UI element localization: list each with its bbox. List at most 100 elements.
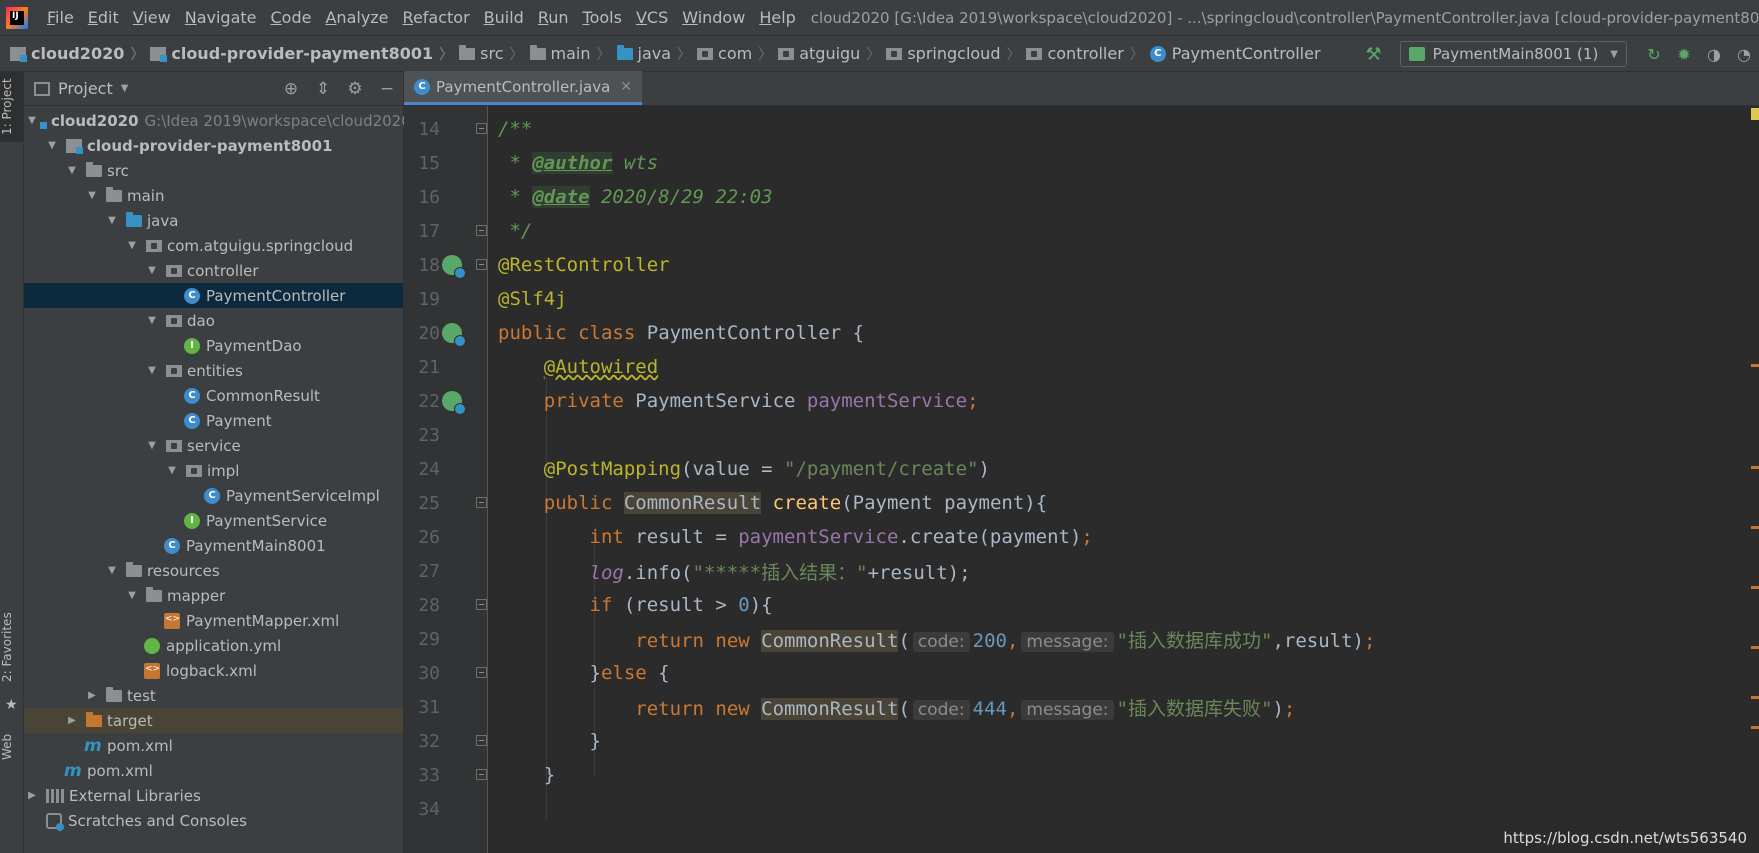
- tree-node-paymentdao[interactable]: I PaymentDao: [24, 333, 403, 358]
- tree-node-commonresult[interactable]: C CommonResult: [24, 383, 403, 408]
- web-tool-button[interactable]: Web: [0, 727, 24, 767]
- project-tool-button[interactable]: 1: Project: [0, 72, 24, 142]
- tree-node-paymentserviceimpl[interactable]: C PaymentServiceImpl: [24, 483, 403, 508]
- tree-node-mapper[interactable]: ▼ mapper: [24, 583, 403, 608]
- menu-edit[interactable]: Edit: [81, 8, 126, 27]
- expand-arrow-icon[interactable]: ▼: [24, 115, 40, 126]
- tree-node-src[interactable]: ▼ src: [24, 158, 403, 183]
- spring-bean-icon[interactable]: [442, 323, 466, 347]
- tree-node-entities[interactable]: ▼ entities: [24, 358, 403, 383]
- tree-node-application-yml[interactable]: application.yml: [24, 633, 403, 658]
- tree-node-payment[interactable]: C Payment: [24, 408, 403, 433]
- expand-arrow-icon[interactable]: ▼: [144, 265, 160, 276]
- expand-arrow-icon[interactable]: ▼: [44, 140, 60, 151]
- breadcrumb-springcloud[interactable]: springcloud 〉: [886, 44, 1026, 64]
- build-hammer-icon[interactable]: ⚒: [1365, 44, 1381, 65]
- menu-view[interactable]: View: [126, 8, 178, 27]
- xml-file-icon: [164, 612, 180, 629]
- menu-refactor[interactable]: Refactor: [396, 8, 477, 27]
- menu-tools[interactable]: Tools: [576, 8, 629, 27]
- spring-bean-icon[interactable]: [442, 255, 466, 279]
- tree-node-root-pom[interactable]: m pom.xml: [24, 758, 403, 783]
- expand-arrow-icon[interactable]: ▶: [84, 690, 100, 701]
- menu-code[interactable]: Code: [264, 8, 319, 27]
- breadcrumb-module[interactable]: cloud-provider-payment8001 〉: [150, 44, 459, 64]
- expand-arrow-icon[interactable]: ▼: [124, 240, 140, 251]
- tree-node-paymentcontroller[interactable]: C PaymentController: [24, 283, 403, 308]
- debug-bug-icon[interactable]: ✹: [1669, 45, 1699, 64]
- coverage-icon[interactable]: ◑: [1699, 45, 1729, 64]
- locate-target-icon[interactable]: ⊕: [275, 79, 307, 99]
- expand-arrow-icon[interactable]: ▶: [64, 715, 80, 726]
- menu-window[interactable]: Window: [675, 8, 752, 27]
- tree-node-target[interactable]: ▶ target: [24, 708, 403, 733]
- tree-node-resources[interactable]: ▼ resources: [24, 558, 403, 583]
- fold-icon[interactable]: [476, 735, 487, 746]
- breadcrumb-main[interactable]: main 〉: [529, 44, 617, 64]
- package-icon: [778, 47, 795, 60]
- tree-node-external-libraries[interactable]: ▶ External Libraries: [24, 783, 403, 808]
- fold-icon[interactable]: [476, 497, 487, 508]
- gear-icon[interactable]: ⚙: [339, 79, 371, 99]
- project-view-selector[interactable]: Project: [58, 79, 113, 98]
- fold-icon[interactable]: [476, 599, 487, 610]
- menu-navigate[interactable]: Navigate: [178, 8, 264, 27]
- tree-node-paymentservice[interactable]: I PaymentService: [24, 508, 403, 533]
- rerun-icon[interactable]: ↻: [1639, 45, 1669, 64]
- breadcrumb-project[interactable]: cloud2020 〉: [10, 44, 150, 64]
- menu-vcs[interactable]: VCS: [629, 8, 675, 27]
- breadcrumb-class[interactable]: C PaymentController: [1149, 44, 1321, 63]
- tree-node-main[interactable]: ▼ main: [24, 183, 403, 208]
- collapse-all-icon[interactable]: ⇕: [307, 79, 339, 99]
- breadcrumb-src[interactable]: src 〉: [459, 44, 529, 64]
- close-icon[interactable]: ✕: [620, 79, 632, 95]
- tree-node-controller[interactable]: ▼ controller: [24, 258, 403, 283]
- breadcrumb-controller[interactable]: controller 〉: [1026, 44, 1149, 64]
- expand-arrow-icon[interactable]: ▼: [84, 190, 100, 201]
- tree-node-module-pom[interactable]: m pom.xml: [24, 733, 403, 758]
- autowired-navigate-icon[interactable]: [442, 391, 466, 415]
- expand-arrow-icon[interactable]: ▼: [104, 565, 120, 576]
- fold-icon[interactable]: [476, 667, 487, 678]
- menu-analyze[interactable]: Analyze: [318, 8, 395, 27]
- tree-node-impl[interactable]: ▼ impl: [24, 458, 403, 483]
- menu-build[interactable]: Build: [477, 8, 531, 27]
- tree-node-logback-xml[interactable]: logback.xml: [24, 658, 403, 683]
- tree-node-paymentmain8001[interactable]: C PaymentMain8001: [24, 533, 403, 558]
- expand-arrow-icon[interactable]: ▼: [144, 440, 160, 451]
- expand-arrow-icon[interactable]: ▼: [144, 315, 160, 326]
- tree-node-paymentmapper-xml[interactable]: PaymentMapper.xml: [24, 608, 403, 633]
- hide-minus-icon[interactable]: −: [371, 79, 403, 99]
- favorites-tool-button[interactable]: 2: Favorites: [0, 602, 24, 692]
- expand-arrow-icon[interactable]: ▶: [24, 790, 40, 801]
- fold-icon[interactable]: [476, 123, 487, 134]
- expand-arrow-icon[interactable]: ▼: [124, 590, 140, 601]
- expand-arrow-icon[interactable]: ▼: [144, 365, 160, 376]
- tree-node-cloud2020[interactable]: ▼ cloud2020 G:\Idea 2019\workspace\cloud…: [24, 108, 411, 133]
- tree-node-module[interactable]: ▼ cloud-provider-payment8001: [24, 133, 403, 158]
- menu-help[interactable]: Help: [752, 8, 802, 27]
- tree-node-service[interactable]: ▼ service: [24, 433, 403, 458]
- tree-node-package[interactable]: ▼ com.atguigu.springcloud: [24, 233, 403, 258]
- error-stripe[interactable]: [1749, 106, 1759, 853]
- breadcrumb-java[interactable]: java 〉: [616, 44, 698, 64]
- fold-icon[interactable]: [476, 225, 487, 236]
- tree-node-java[interactable]: ▼ java: [24, 208, 403, 233]
- tree-node-dao[interactable]: ▼ dao: [24, 308, 403, 333]
- breadcrumb-atguigu[interactable]: atguigu 〉: [778, 44, 886, 64]
- tree-node-test[interactable]: ▶ test: [24, 683, 403, 708]
- profile-icon[interactable]: ◔: [1729, 45, 1759, 64]
- run-configuration-select[interactable]: PaymentMain8001 (1) ▼: [1399, 41, 1627, 67]
- expand-arrow-icon[interactable]: ▼: [104, 215, 120, 226]
- expand-arrow-icon[interactable]: ▼: [164, 465, 180, 476]
- code-editor[interactable]: 14 /** 15 * @author wts 16 * @date 2020/…: [404, 106, 1759, 853]
- chevron-down-icon[interactable]: ▼: [121, 83, 129, 94]
- tree-node-scratches[interactable]: Scratches and Consoles: [24, 808, 403, 833]
- expand-arrow-icon[interactable]: ▼: [64, 165, 80, 176]
- menu-file[interactable]: File: [40, 8, 81, 27]
- breadcrumb-com[interactable]: com 〉: [697, 44, 778, 64]
- menu-run[interactable]: Run: [531, 8, 576, 27]
- fold-icon[interactable]: [476, 259, 487, 270]
- fold-icon[interactable]: [476, 769, 487, 780]
- tab-paymentcontroller[interactable]: C PaymentController.java ✕: [404, 71, 643, 105]
